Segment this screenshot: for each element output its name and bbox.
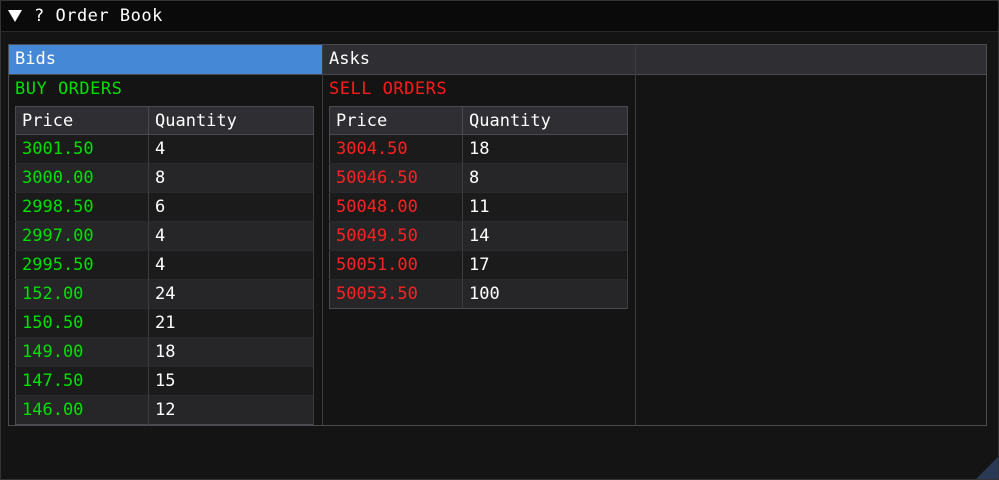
bid-price: 3000.00 — [15, 163, 149, 193]
ask-price: 50053.50 — [329, 279, 463, 309]
window-titlebar[interactable]: ? Order Book — [1, 1, 998, 32]
table-row: 2997.00 4 — [15, 221, 314, 251]
bid-price: 2998.50 — [15, 192, 149, 222]
bid-price: 2995.50 — [15, 250, 149, 280]
order-book-table: Bids Asks BUY ORDERS Price Quantity 3001… — [8, 44, 987, 426]
bids-header-row: Price Quantity — [15, 106, 314, 135]
ask-quantity: 17 — [462, 250, 628, 280]
asks-column: SELL ORDERS Price Quantity 3004.50 18 500… — [323, 75, 635, 309]
ask-price: 50048.00 — [329, 192, 463, 222]
ask-price: 50049.50 — [329, 221, 463, 251]
bid-price: 150.50 — [15, 308, 149, 338]
bids-column: BUY ORDERS Price Quantity 3001.50 4 3000.… — [9, 75, 322, 425]
asks-quantity-header[interactable]: Quantity — [462, 106, 628, 135]
column-divider[interactable] — [635, 45, 636, 425]
tab-asks[interactable]: Asks — [323, 45, 635, 74]
table-row: 50046.50 8 — [329, 163, 628, 193]
table-row: 50049.50 14 — [329, 221, 628, 251]
ask-price: 50051.00 — [329, 250, 463, 280]
table-row: 152.00 24 — [15, 279, 314, 309]
collapse-triangle-icon[interactable] — [8, 10, 22, 22]
table-row: 146.00 12 — [15, 395, 314, 425]
table-row: 50048.00 11 — [329, 192, 628, 222]
table-row: 3000.00 8 — [15, 163, 314, 193]
ask-quantity: 18 — [462, 134, 628, 164]
bid-price: 2997.00 — [15, 221, 149, 251]
bids-price-header[interactable]: Price — [15, 106, 149, 135]
bid-quantity: 15 — [148, 366, 314, 396]
table-row: 2998.50 6 — [15, 192, 314, 222]
bids-table: Price Quantity 3001.50 4 3000.00 8 2998.50… — [15, 106, 314, 425]
table-header-row: Bids Asks — [9, 45, 986, 75]
resize-grip-icon[interactable] — [976, 457, 998, 479]
bid-quantity: 8 — [148, 163, 314, 193]
bid-quantity: 4 — [148, 250, 314, 280]
bid-quantity: 24 — [148, 279, 314, 309]
bids-quantity-header[interactable]: Quantity — [148, 106, 314, 135]
table-row: 150.50 21 — [15, 308, 314, 338]
ask-quantity: 14 — [462, 221, 628, 251]
ask-quantity: 8 — [462, 163, 628, 193]
bid-price: 147.50 — [15, 366, 149, 396]
ask-quantity: 100 — [462, 279, 628, 309]
table-row: 50051.00 17 — [329, 250, 628, 280]
table-row: 2995.50 4 — [15, 250, 314, 280]
window-title: ? Order Book — [34, 6, 163, 26]
tab-bids[interactable]: Bids — [9, 45, 322, 74]
tab-empty[interactable] — [636, 45, 986, 74]
ask-quantity: 11 — [462, 192, 628, 222]
table-row: 3001.50 4 — [15, 134, 314, 164]
table-row: 3004.50 18 — [329, 134, 628, 164]
bid-quantity: 4 — [148, 221, 314, 251]
asks-price-header[interactable]: Price — [329, 106, 463, 135]
ask-price: 3004.50 — [329, 134, 463, 164]
bid-quantity: 18 — [148, 337, 314, 367]
bid-price: 152.00 — [15, 279, 149, 309]
bid-price: 3001.50 — [15, 134, 149, 164]
ask-price: 50046.50 — [329, 163, 463, 193]
table-row: 147.50 15 — [15, 366, 314, 396]
asks-table: Price Quantity 3004.50 18 50046.50 8 50048… — [329, 106, 628, 309]
buy-orders-label: BUY ORDERS — [15, 79, 123, 99]
bid-quantity: 6 — [148, 192, 314, 222]
table-row: 149.00 18 — [15, 337, 314, 367]
bid-quantity: 4 — [148, 134, 314, 164]
bid-price: 146.00 — [15, 395, 149, 425]
bid-quantity: 12 — [148, 395, 314, 425]
order-book-window: ? Order Book Bids Asks BUY ORDERS Price … — [0, 0, 999, 480]
bid-price: 149.00 — [15, 337, 149, 367]
asks-header-row: Price Quantity — [329, 106, 628, 135]
sell-orders-label: SELL ORDERS — [329, 79, 448, 99]
bid-quantity: 21 — [148, 308, 314, 338]
table-row: 50053.50 100 — [329, 279, 628, 309]
